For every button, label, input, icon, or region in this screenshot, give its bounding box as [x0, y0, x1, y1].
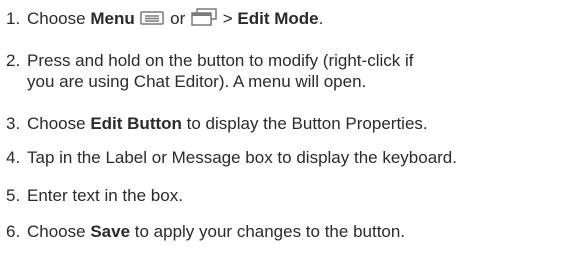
step-number: 4.	[6, 148, 21, 167]
step-text-part: to apply your changes to the button.	[130, 222, 406, 241]
edit-button-label: Edit Button	[90, 114, 182, 133]
step-text-part: or	[165, 9, 191, 28]
save-label: Save	[90, 222, 131, 241]
step-number: 3.	[6, 114, 21, 133]
step-number: 6.	[6, 222, 21, 241]
step-text-part: to display the Button Properties.	[181, 114, 428, 133]
step-text-part: Choose	[27, 114, 91, 133]
menu-label: Menu	[90, 9, 135, 28]
step-text: Choose Menu or > Edit Mode.	[27, 8, 577, 31]
step-text-part: Choose	[27, 9, 91, 28]
step-text-part: >	[218, 9, 238, 28]
step-number: 2.	[6, 51, 21, 70]
menu-icon	[140, 10, 165, 31]
step-text: Enter text in the box.	[27, 186, 183, 205]
step-text-part: .	[318, 9, 324, 28]
step-text: Choose Save to apply your changes to the…	[27, 221, 577, 242]
step-text-line: you are using Chat Editor). A menu will …	[27, 72, 367, 91]
recent-apps-icon	[191, 8, 217, 31]
step-text: Choose Edit Button to display the Button…	[27, 113, 577, 134]
step-number: 5.	[6, 186, 21, 205]
step-number: 1.	[6, 9, 21, 28]
step-text: Press and hold on the button to modify (…	[27, 50, 577, 92]
step-text-line: Press and hold on the button to modify (…	[27, 51, 414, 70]
step-text: Tap in the Label or Message box to displ…	[27, 148, 457, 167]
edit-mode-label: Edit Mode	[237, 9, 319, 28]
step-text-part: Choose	[27, 222, 91, 241]
